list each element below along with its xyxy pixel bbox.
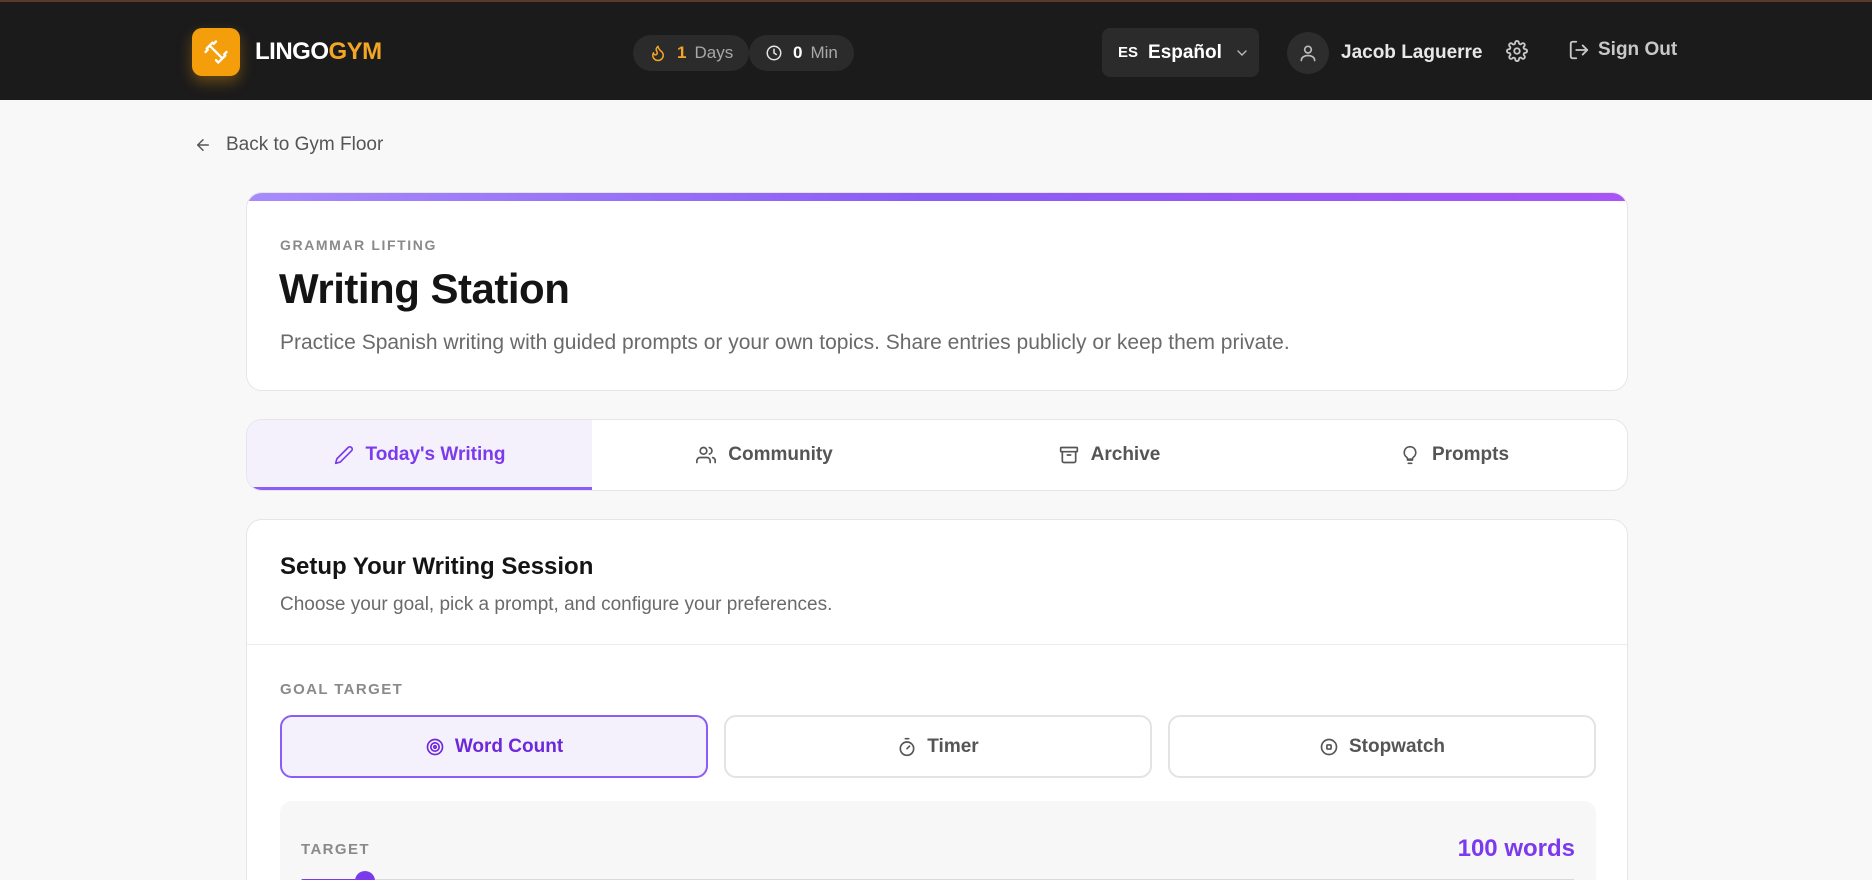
app-name: LINGOGYM: [255, 38, 382, 65]
streak-unit: Days: [694, 43, 734, 62]
stopwatch-icon: [1319, 737, 1339, 757]
clock-icon: [765, 44, 783, 62]
target-label: TARGET: [301, 841, 370, 858]
user-icon: [1287, 32, 1329, 74]
goal-timer-button[interactable]: Timer: [724, 715, 1152, 778]
chevron-down-icon: [1234, 45, 1250, 61]
tab-todays-writing[interactable]: Today's Writing: [247, 420, 592, 490]
minutes-badge: 0 Min: [749, 35, 854, 71]
sign-out-label: Sign Out: [1598, 39, 1678, 60]
target-panel: TARGET 100 words: [280, 801, 1596, 880]
lightbulb-icon: [1400, 445, 1420, 465]
setup-title: Setup Your Writing Session: [280, 553, 594, 580]
streak-count: 1: [677, 43, 687, 62]
accent-bar: [247, 193, 1627, 201]
page-title: Writing Station: [279, 265, 570, 312]
page-eyebrow: GRAMMAR LIFTING: [280, 237, 437, 253]
tab-community[interactable]: Community: [592, 420, 937, 490]
app-logo[interactable]: LINGOGYM: [192, 28, 382, 76]
goal-label: Word Count: [454, 735, 564, 757]
back-link-label: Back to Gym Floor: [226, 134, 384, 155]
pencil-icon: [334, 445, 354, 465]
user-menu[interactable]: Jacob Laguerre: [1287, 32, 1483, 74]
page-header-card: GRAMMAR LIFTING Writing Station Practice…: [246, 192, 1628, 391]
top-nav-bar: LINGOGYM 1 Days 0 Min ES Español Jacob L…: [0, 0, 1872, 100]
target-icon: [425, 737, 445, 757]
tab-label: Today's Writing: [365, 444, 506, 465]
minutes-unit: Min: [810, 43, 838, 62]
arrow-left-icon: [194, 136, 212, 154]
goal-stopwatch-button[interactable]: Stopwatch: [1168, 715, 1596, 778]
language-code: ES: [1118, 44, 1139, 61]
language-name: Español: [1148, 41, 1222, 63]
language-select[interactable]: ES Español: [1102, 28, 1259, 77]
users-icon: [696, 445, 717, 465]
tab-archive[interactable]: Archive: [937, 420, 1282, 490]
target-value: 100 words: [1457, 835, 1575, 862]
tab-label: Community: [728, 444, 833, 465]
back-to-gym-floor-link[interactable]: Back to Gym Floor: [194, 134, 383, 156]
tab-label: Prompts: [1431, 444, 1510, 465]
goal-label: Stopwatch: [1348, 735, 1446, 757]
dumbbell-icon: [192, 28, 240, 76]
slider-handle[interactable]: [354, 871, 375, 880]
tab-prompts[interactable]: Prompts: [1282, 420, 1627, 490]
archive-icon: [1059, 445, 1079, 465]
gear-icon[interactable]: [1506, 40, 1530, 64]
user-name: Jacob Laguerre: [1341, 42, 1483, 63]
log-out-icon: [1568, 39, 1590, 61]
flame-icon: [649, 44, 667, 62]
page-description: Practice Spanish writing with guided pro…: [280, 331, 1290, 354]
timer-icon: [897, 737, 917, 757]
divider: [247, 644, 1627, 645]
streak-badge: 1 Days: [633, 35, 750, 71]
writing-setup-card: Setup Your Writing Session Choose your g…: [246, 519, 1628, 880]
tab-label: Archive: [1090, 444, 1161, 465]
section-tabs: Today's Writing Community Archive Prompt…: [246, 419, 1628, 491]
goal-label: Timer: [927, 735, 979, 757]
setup-description: Choose your goal, pick a prompt, and con…: [280, 594, 833, 615]
minutes-count: 0: [793, 43, 803, 62]
goal-word-count-button[interactable]: Word Count: [280, 715, 708, 778]
goal-target-label: GOAL TARGET: [280, 681, 404, 698]
sign-out-button[interactable]: Sign Out: [1568, 39, 1677, 61]
